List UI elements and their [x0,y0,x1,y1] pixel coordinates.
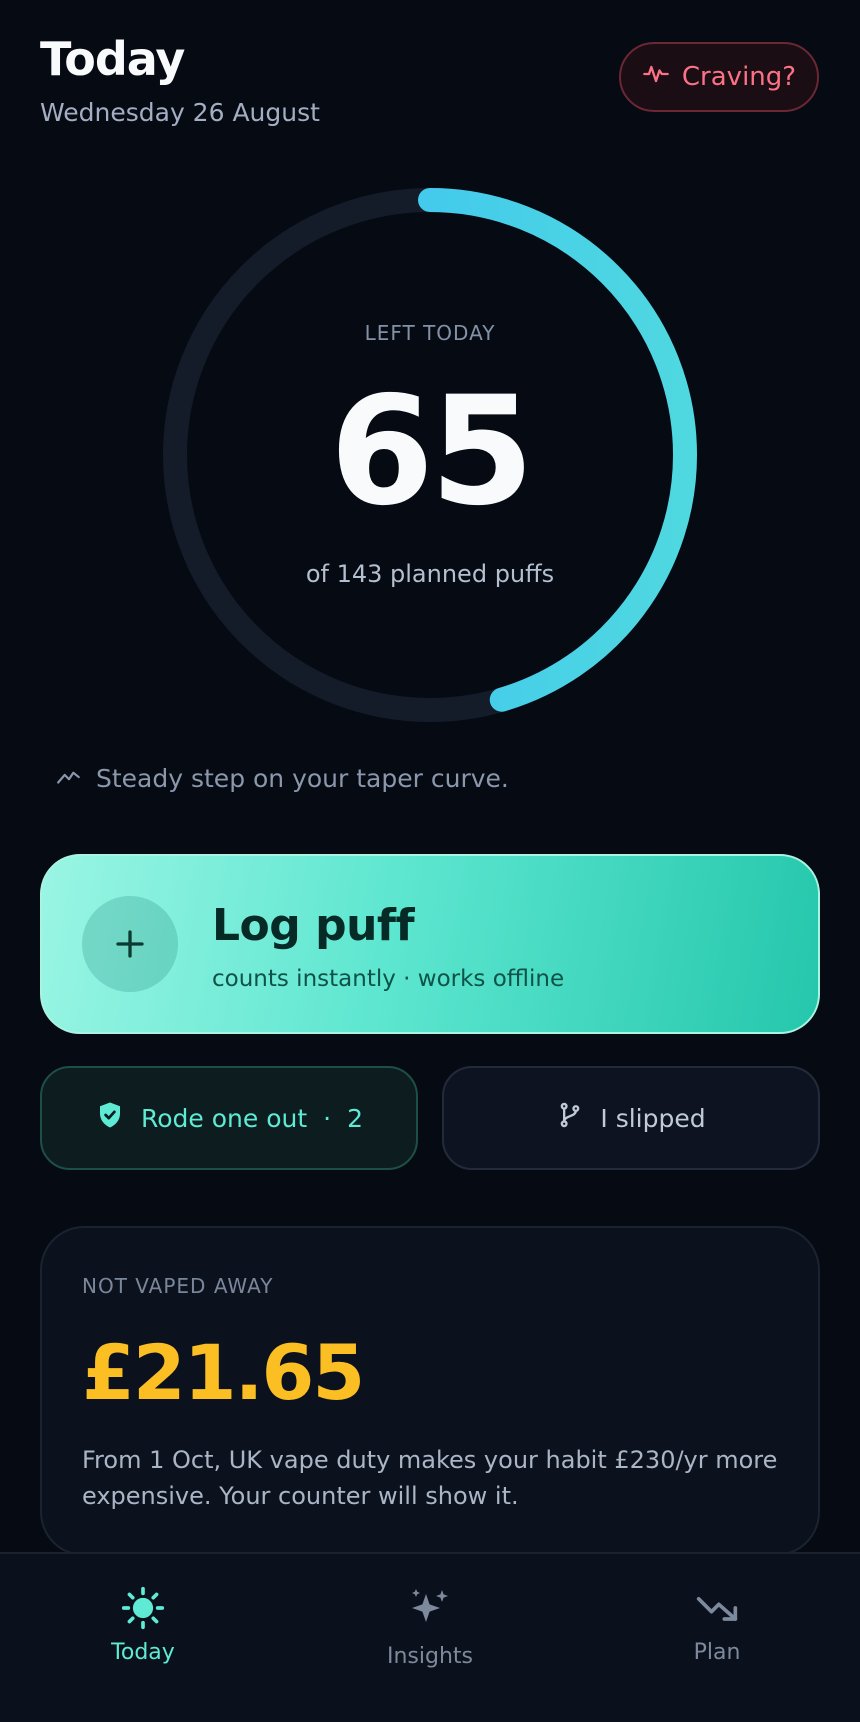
tab-plan-label: Plan [693,1640,741,1665]
savings-label: NOT VAPED AWAY [82,1274,274,1298]
tab-insights-label: Insights [386,1644,473,1669]
i-slipped-button[interactable]: I slipped [442,1066,820,1170]
tab-insights[interactable]: Insights [330,1586,530,1669]
page-date: Wednesday 26 August [40,98,320,127]
taper-note-text: Steady step on your taper curve. [96,764,509,793]
tab-today[interactable]: Today [43,1586,243,1665]
tab-plan[interactable]: Plan [617,1586,817,1665]
shield-check-icon [95,1100,125,1136]
savings-card: NOT VAPED AWAY £21.65 From 1 Oct, UK vap… [40,1226,820,1556]
puffs-remaining: 65 [329,365,535,539]
sparkles-icon [406,1586,454,1634]
rode-one-out-label: Rode one out [140,1103,308,1133]
rode-one-out-count: 2 [347,1103,363,1133]
log-puff-subtitle: counts instantly · works offline [212,966,565,992]
planned-puffs-text: of 143 planned puffs [305,560,555,588]
craving-label: Craving? [681,62,797,92]
trending-down-icon [695,1586,739,1630]
heartbeat-icon [642,60,670,95]
git-branch-icon [556,1100,584,1136]
sun-icon [121,1586,165,1630]
craving-button[interactable]: Craving? [619,42,819,112]
i-slipped-label: I slipped [600,1103,706,1133]
bottom-tab-bar: Today Insights Plan [0,1552,860,1722]
rode-one-out-button[interactable]: Rode one out · 2 [40,1066,418,1170]
log-puff-button[interactable]: Log puff counts instantly · works offlin… [40,854,820,1034]
plus-icon [82,896,178,992]
ring-label: LEFT TODAY [364,321,496,345]
trend-line-icon [56,764,82,793]
rode-one-out-separator: · [323,1103,332,1133]
savings-note: From 1 Oct, UK vape duty makes your habi… [82,1446,778,1510]
taper-note: Steady step on your taper curve. [56,764,509,793]
tab-today-label: Today [111,1640,175,1665]
savings-amount: £21.65 [82,1328,365,1417]
log-puff-title: Log puff [212,900,415,951]
page-title: Today [40,32,185,86]
